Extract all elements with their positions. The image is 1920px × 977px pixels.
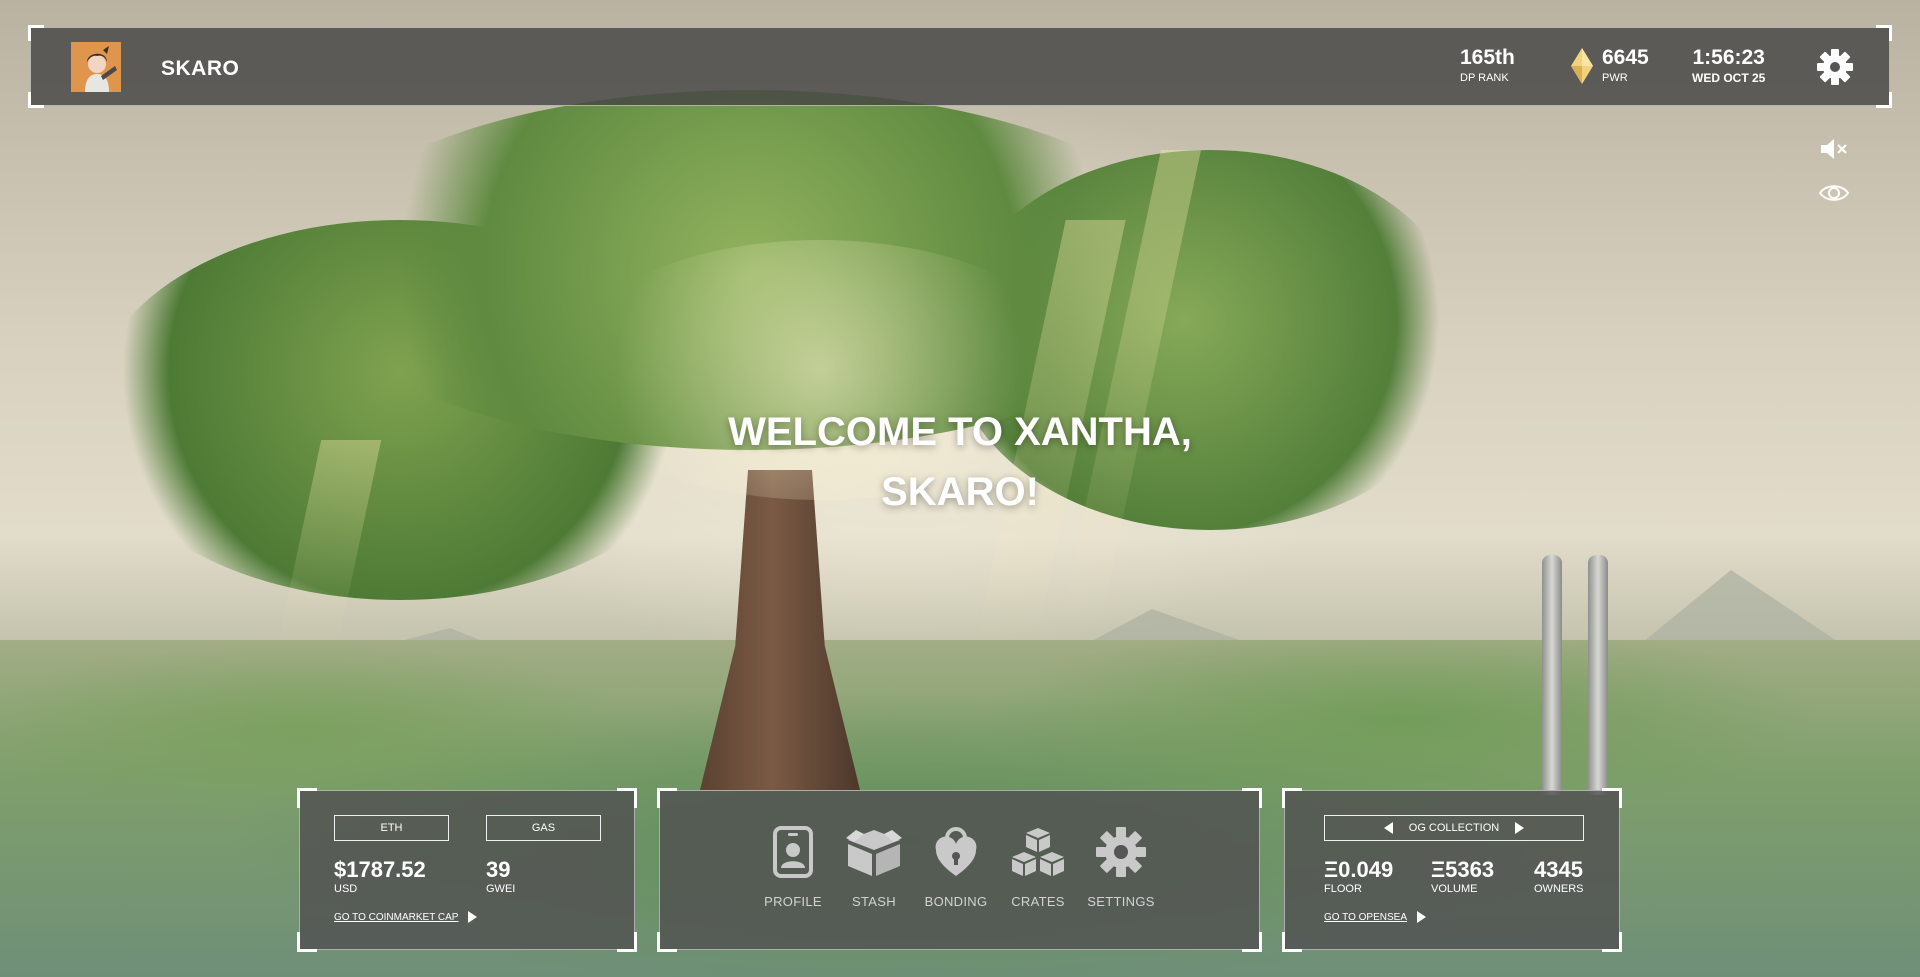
- eth-price: $1787.52: [334, 857, 426, 882]
- nav-profile[interactable]: PROFILE: [753, 826, 833, 909]
- settings-gear-icon[interactable]: [1815, 47, 1855, 87]
- frame-corner: [28, 92, 44, 108]
- gas-tab[interactable]: GAS: [486, 815, 601, 841]
- username: SKARO: [161, 57, 240, 80]
- nav-settings[interactable]: SETTINGS: [1081, 826, 1161, 909]
- frame-corner: [617, 932, 637, 952]
- welcome-line-2: SKARO!: [881, 470, 1039, 514]
- arrow-right-icon: [1514, 822, 1524, 834]
- volume-label: VOLUME: [1431, 883, 1478, 895]
- pwr-value: 6645: [1602, 46, 1649, 69]
- nav-stash[interactable]: STASH: [834, 826, 914, 909]
- main-nav-panel: PROFILE STASH BONDING CRATES SETTINGS: [657, 788, 1262, 952]
- clock-date: WED OCT 25: [1692, 71, 1766, 85]
- play-arrow-icon: [1417, 911, 1426, 923]
- collection-name: OG COLLECTION: [1408, 822, 1500, 834]
- frame-corner: [1602, 788, 1622, 808]
- frame-corner: [297, 932, 317, 952]
- collection-panel: OG COLLECTION Ξ0.049 FLOOR Ξ5363 VOLUME …: [1282, 788, 1622, 952]
- welcome-line-1: WELCOME TO XANTHA,: [728, 410, 1192, 454]
- clock: 1:56:23 WED OCT 25: [1692, 46, 1766, 86]
- mute-icon[interactable]: [1818, 136, 1850, 162]
- profile-icon: [773, 826, 813, 878]
- gear-icon: [1096, 827, 1146, 877]
- frame-corner: [657, 788, 677, 808]
- dp-rank: 165th DP RANK: [1460, 47, 1515, 85]
- eth-tab[interactable]: ETH: [334, 815, 449, 841]
- welcome-message: WELCOME TO XANTHA, SKARO!: [620, 402, 1300, 522]
- nav-bonding[interactable]: BONDING: [916, 826, 996, 909]
- volume-value: Ξ5363: [1431, 857, 1495, 882]
- eye-icon[interactable]: [1818, 180, 1850, 206]
- frame-corner: [657, 932, 677, 952]
- pwr-stat: 6645 PWR: [1602, 47, 1649, 85]
- pwr-label: PWR: [1602, 72, 1628, 84]
- arrow-left-icon: [1384, 822, 1394, 834]
- eth-unit: USD: [334, 883, 358, 895]
- clock-time: 1:56:23: [1692, 46, 1765, 69]
- frame-corner: [1876, 92, 1892, 108]
- frame-corner: [1242, 932, 1262, 952]
- previous-collection-button[interactable]: [1379, 818, 1399, 838]
- rank-label: DP RANK: [1460, 72, 1509, 84]
- frame-corner: [297, 788, 317, 808]
- gas-price: 39: [486, 857, 511, 882]
- owners-label: OWNERS: [1534, 883, 1584, 895]
- avatar-portrait-icon: [71, 42, 121, 92]
- heart-lock-icon: [935, 827, 977, 876]
- top-bar: SKARO 165th DP RANK 6645 PWR 1:56:23 WED…: [28, 25, 1892, 108]
- coinmarketcap-link[interactable]: GO TO COINMARKET CAP: [334, 911, 478, 923]
- nav-crates[interactable]: CRATES: [998, 826, 1078, 909]
- frame-corner: [1282, 932, 1302, 952]
- opensea-link-label: GO TO OPENSEA: [1324, 911, 1407, 923]
- avatar[interactable]: [71, 42, 121, 92]
- frame-corner: [28, 25, 44, 41]
- coinmarketcap-link-label: GO TO COINMARKET CAP: [334, 911, 459, 923]
- frame-corner: [1602, 932, 1622, 952]
- rank-value: 165th: [1460, 46, 1515, 69]
- box-icon: [846, 830, 902, 876]
- crates-icon: [1012, 828, 1064, 876]
- nav-settings-label: SETTINGS: [1087, 894, 1155, 909]
- nav-crates-label: CRATES: [1011, 894, 1065, 909]
- collection-selector: OG COLLECTION: [1324, 815, 1584, 841]
- floor-value: Ξ0.049: [1324, 857, 1394, 882]
- nav-stash-label: STASH: [852, 894, 896, 909]
- floor-label: FLOOR: [1324, 883, 1362, 895]
- frame-corner: [617, 788, 637, 808]
- stone-pillar: [1588, 555, 1608, 795]
- nav-profile-label: PROFILE: [764, 894, 822, 909]
- stone-pillar: [1542, 555, 1562, 795]
- next-collection-button[interactable]: [1509, 818, 1529, 838]
- frame-corner: [1242, 788, 1262, 808]
- owners-value: 4345: [1534, 857, 1583, 882]
- gas-unit: GWEI: [486, 883, 516, 895]
- diamond-gem-icon[interactable]: [1571, 48, 1593, 84]
- nav-bonding-label: BONDING: [924, 894, 988, 909]
- opensea-link[interactable]: GO TO OPENSEA: [1324, 911, 1426, 923]
- frame-corner: [1282, 788, 1302, 808]
- frame-corner: [1876, 25, 1892, 41]
- eth-gas-panel: ETH GAS $1787.52 USD 39 GWEI GO TO COINM…: [297, 788, 637, 952]
- play-arrow-icon: [468, 911, 478, 923]
